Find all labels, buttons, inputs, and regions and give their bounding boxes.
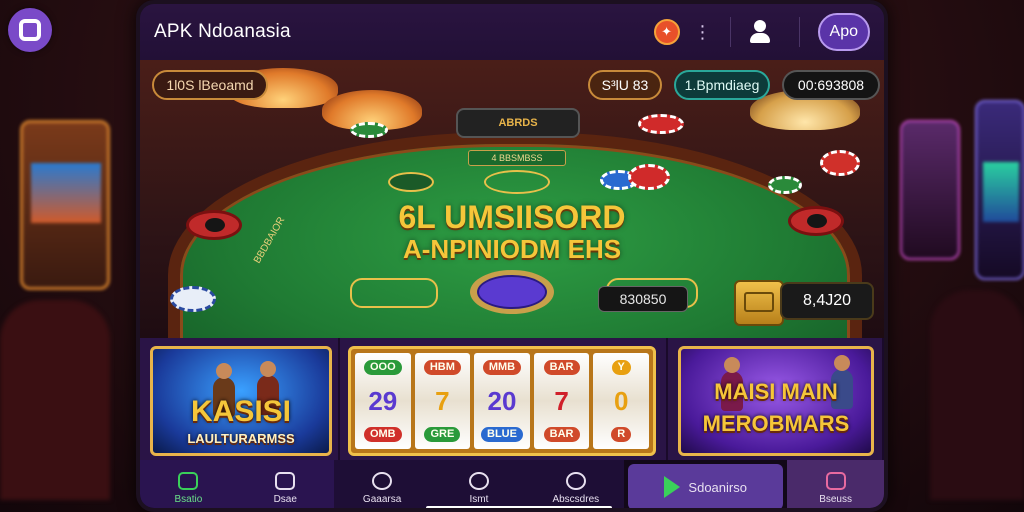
nav-item-dsae[interactable]: Dsae	[236, 460, 334, 508]
slot-symbol: HBM	[423, 359, 461, 375]
slot-symbol: 7	[554, 385, 569, 416]
notification-bell-icon[interactable]: ✦	[653, 19, 680, 45]
slot-symbol: 0	[613, 385, 629, 416]
nav-label: Bsatio	[174, 493, 203, 505]
gear-icon	[372, 471, 393, 490]
slot-reel: MMB 20 BLUE	[474, 353, 530, 449]
nav-item-bseuss[interactable]: Bseuss	[787, 460, 884, 508]
game-tile-maisi-main[interactable]: MAISI MAIN MEROBMARS	[668, 338, 884, 460]
chip-stack-icon	[350, 122, 388, 138]
game-tiles: KASISI LAULTURARMSS OOO 29 OMB HBM 7 GRE…	[140, 338, 884, 460]
game-subtitle: A-NPINIODM EHS	[402, 234, 622, 264]
tile-title: KASISI	[190, 395, 292, 428]
tile-subtitle: LAULTURARMSS	[187, 431, 295, 446]
nav-label: Gaaarsa	[362, 493, 402, 505]
game-tile-kasisi[interactable]: KASISI LAULTURARMSS	[140, 338, 340, 460]
clock-icon	[468, 471, 489, 490]
app-logo-icon[interactable]	[8, 8, 52, 52]
nav-label: Ismt	[469, 493, 489, 505]
slot-symbol: 7	[435, 385, 450, 416]
chip-stack-icon	[170, 286, 216, 312]
device-frame: APK Ndoanasia ✦ ⋮ Apo 1l0S lBeoamd S³lU …	[136, 0, 888, 512]
poker-table-area: 1l0S lBeoamd S³lU 83 1.Bpmdiaeg 00:69380…	[140, 60, 884, 338]
slot-reel: HBM 7 GRE	[414, 353, 471, 449]
maisi-main-art: MAISI MAIN MEROBMARS	[678, 346, 874, 456]
slot-reel: OOO 29 OMB	[355, 353, 411, 449]
chip-stack-icon	[820, 150, 860, 176]
background-slot-machine	[20, 120, 110, 290]
wallet-amount: 8,4J20	[780, 282, 874, 320]
wallet-icon[interactable]	[734, 280, 784, 326]
slot-symbol: OMB	[363, 427, 402, 443]
more-options-icon[interactable]: ⋮	[694, 23, 712, 41]
chip-stack-icon	[768, 176, 802, 194]
nav-item-sdoanirso[interactable]: Sdoanirso	[628, 464, 784, 508]
slot-symbol: Y	[611, 359, 631, 375]
bottom-navigation: Bsatio Dsae Gaaarsa Ismt Abscsdres Sdoan…	[140, 460, 884, 508]
center-bet-button[interactable]	[470, 270, 554, 314]
nav-item-ismt[interactable]: Ismt	[430, 460, 528, 508]
nav-item-abscsdres[interactable]: Abscsdres	[527, 460, 625, 508]
slot-reels: OOO 29 OMB HBM 7 GRE MMB 20 BLUE BAR 7 B…	[348, 346, 656, 456]
level-badge[interactable]: 1l0S lBeoamd	[152, 70, 268, 100]
slot-symbol: BAR	[543, 427, 580, 443]
nav-label: Dsae	[273, 493, 297, 505]
slot-symbol: 29	[368, 385, 398, 416]
user-icon[interactable]	[749, 20, 771, 44]
slot-symbol: BAR	[543, 359, 580, 375]
slot-reel: Y 0 R	[593, 353, 649, 449]
nav-label: Bseuss	[819, 493, 852, 505]
play-icon	[664, 476, 681, 498]
home-icon	[178, 471, 199, 490]
balance-display: 830850	[598, 286, 688, 312]
slot-symbol: GRE	[424, 427, 461, 443]
coin-badge[interactable]: S³lU 83	[588, 70, 662, 100]
tile-subtitle: MEROBMARS	[702, 411, 850, 436]
timer-display: 00:693808	[782, 70, 880, 100]
slot-reel: BAR 7 BAR	[533, 353, 590, 449]
gift-icon	[825, 471, 846, 490]
dealer-box: ABRDS	[456, 108, 580, 138]
chat-icon	[565, 471, 586, 490]
tablet-icon	[275, 471, 296, 490]
apk-button[interactable]: Apo	[817, 13, 870, 51]
slot-symbol: R	[611, 427, 632, 443]
bet-spot[interactable]	[388, 172, 434, 192]
chip-stack-icon	[628, 164, 670, 190]
app-title: APK Ndoanasia	[154, 21, 291, 42]
nav-item-gaaarsa[interactable]: Gaaarsa	[333, 460, 431, 508]
game-title: 6L UMSIISORD	[398, 199, 626, 235]
slot-symbol: 20	[487, 385, 517, 416]
background-chair	[930, 290, 1024, 500]
bet-area[interactable]	[350, 278, 438, 308]
chip-stack-icon	[638, 114, 684, 134]
tile-title: MAISI MAIN	[714, 379, 838, 404]
kasisi-art: KASISI LAULTURARMSS	[150, 346, 332, 456]
background-chair	[0, 300, 110, 500]
nav-item-bsatio[interactable]: Bsatio	[140, 460, 237, 508]
nav-label: Abscsdres	[552, 493, 600, 505]
bet-spot[interactable]	[484, 170, 550, 194]
background-slot-machine	[975, 100, 1024, 280]
nav-label: Sdoanirso	[688, 479, 747, 495]
slot-symbol: OOO	[363, 359, 402, 375]
slot-symbol: MMB	[482, 359, 522, 375]
slot-symbol: BLUE	[481, 427, 523, 443]
divider	[798, 17, 800, 47]
mode-badge[interactable]: 1.Bpmdiaeg	[674, 70, 770, 100]
table-label: 4 BBSMBSS	[468, 150, 566, 166]
top-bar: APK Ndoanasia ✦ ⋮ Apo	[140, 4, 884, 60]
game-tile-slots[interactable]: OOO 29 OMB HBM 7 GRE MMB 20 BLUE BAR 7 B…	[340, 338, 668, 460]
divider	[729, 17, 731, 47]
background-slot-machine	[900, 120, 960, 260]
home-indicator[interactable]	[426, 506, 612, 508]
